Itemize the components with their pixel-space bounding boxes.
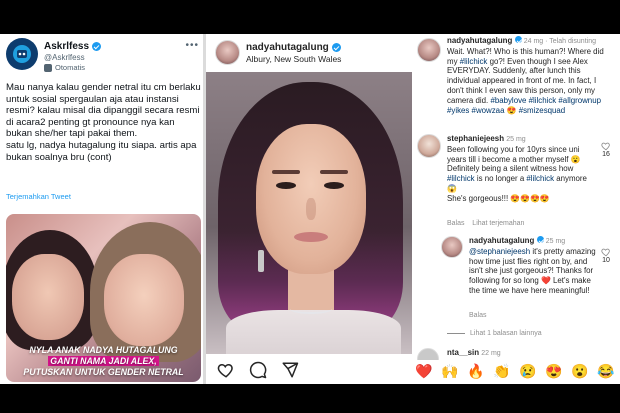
quick-emoji-bar: ❤️ 🙌 🔥 👏 😢 😍 😮 😂 xyxy=(413,360,620,384)
reply-username[interactable]: nadyahutagalung xyxy=(469,236,534,245)
post-username-text[interactable]: nadyahutagalung xyxy=(246,42,329,53)
comment-username[interactable]: nta__sin xyxy=(447,348,479,357)
caption-line-2: GANTI NAMA JADI ALEX, xyxy=(48,356,159,366)
photo-shirt xyxy=(226,310,401,354)
comment-time: 22 mg xyxy=(481,350,501,357)
view-more-replies[interactable]: Lihat 1 balasan lainnya xyxy=(447,330,542,337)
verified-badge-icon xyxy=(514,36,522,43)
photo-eye-left xyxy=(276,182,296,189)
emoji: 😍😍😍😍 xyxy=(510,193,550,203)
photo-necklace xyxy=(290,304,332,314)
emoji-wow-button[interactable]: 😮 xyxy=(571,362,588,380)
replies-divider-line xyxy=(447,333,465,334)
comment-text: Been following you for 10yrs since uni y… xyxy=(447,144,580,164)
comment-like-count: 16 xyxy=(602,151,610,158)
share-send-icon[interactable] xyxy=(280,360,300,380)
comment-body: stephaniejeesh 25 mg Been following you … xyxy=(447,134,595,204)
emoji-fire-button[interactable]: 🔥 xyxy=(467,362,484,380)
reply-avatar[interactable] xyxy=(441,236,463,258)
photo-lips xyxy=(294,232,328,242)
more-options-icon[interactable]: ••• xyxy=(185,40,199,51)
post-photo[interactable] xyxy=(206,72,412,354)
photo-brow-left xyxy=(272,170,300,174)
comment-username[interactable]: stephaniejeesh xyxy=(447,134,504,143)
post-location[interactable]: Albury, New South Wales xyxy=(246,54,341,64)
emoji-crying-button[interactable]: 😢 xyxy=(519,362,536,380)
comment-like-heart-icon[interactable] xyxy=(601,138,611,151)
comment-text: She's gorgeous!!! xyxy=(447,193,509,203)
mention-link[interactable]: @stephaniejeesh xyxy=(469,247,530,256)
comment-text: anymore xyxy=(556,174,587,184)
see-translation-link[interactable]: Lihat terjemahan xyxy=(472,220,524,227)
comment-body: nta__sin 22 mg xyxy=(447,348,597,359)
emoji-heart-button[interactable]: ❤️ xyxy=(415,362,432,380)
reply-body: nadyahutagalung 25 mg @stephaniejeesh it… xyxy=(469,236,597,296)
tweet-image[interactable]: NYLA ANAK NADYA HUTAGALUNG GANTI NAMA JA… xyxy=(6,214,201,382)
image-caption: NYLA ANAK NADYA HUTAGALUNG GANTI NAMA JA… xyxy=(6,345,201,378)
tweet-card[interactable]: Askrlfess @Askrlfess Otomatis ••• Mau na… xyxy=(0,34,205,384)
emoji-raised-hands-button[interactable]: 🙌 xyxy=(441,362,458,380)
photo-eye-right xyxy=(324,182,344,189)
post-action-bar xyxy=(206,356,412,384)
automated-text: Otomatis xyxy=(55,63,86,72)
view-replies-text[interactable]: Lihat 1 balasan lainnya xyxy=(470,330,542,337)
tweet-handle[interactable]: @Askrlfess xyxy=(44,53,85,62)
reply-time: 25 mg xyxy=(545,238,566,245)
robot-logo-icon xyxy=(13,45,31,63)
tweet-header: Askrlfess @Askrlfess Otomatis ••• xyxy=(6,38,201,72)
hashtag-link[interactable]: #lilchick xyxy=(526,174,554,183)
comment-avatar[interactable] xyxy=(417,38,441,62)
caption-line-1: NYLA ANAK NADYA HUTAGALUNG xyxy=(29,345,178,355)
bottom-black-bar xyxy=(0,384,620,413)
comments-panel: nadyahutagalung 24 mg · Telah disunting … xyxy=(413,34,620,384)
comment-time: 24 mg · Telah disunting xyxy=(523,38,596,45)
comment-text: Definitely being a silent witness how xyxy=(447,164,574,174)
reply-like-count: 10 xyxy=(602,257,610,264)
tweet-text: Mau nanya kalau gender netral itu cm ber… xyxy=(6,82,202,163)
tweet-paragraph-1: Mau nanya kalau gender netral itu cm ber… xyxy=(6,82,201,140)
emoji-clap-button[interactable]: 👏 xyxy=(493,362,510,380)
reply-button[interactable]: Balas Lihat terjemahan xyxy=(447,220,524,227)
verified-badge-icon xyxy=(331,43,341,52)
hashtag-link[interactable]: #lilchick xyxy=(460,57,488,66)
emoji: 😱 xyxy=(447,183,457,193)
tweet-name-text[interactable]: Askrlfess xyxy=(44,41,89,52)
automated-robot-icon xyxy=(44,63,52,72)
hashtag-link[interactable]: #lilchick xyxy=(447,174,475,183)
emoji-laugh-button[interactable]: 😂 xyxy=(597,362,614,380)
tweet-paragraph-2: satu lg, nadya hutagalung itu siapa. art… xyxy=(6,139,197,163)
comment-body: nadyahutagalung 24 mg · Telah disunting … xyxy=(447,36,613,115)
photo-nose xyxy=(306,198,316,220)
image-face-left xyxy=(12,254,84,340)
automated-label: Otomatis xyxy=(44,63,85,72)
translate-tweet-link[interactable]: Terjemahkan Tweet xyxy=(6,192,71,201)
reply-button[interactable]: Balas xyxy=(469,312,487,319)
tweet-display-name[interactable]: Askrlfess xyxy=(44,41,102,52)
tweet-avatar[interactable] xyxy=(6,38,38,70)
instagram-post: nadyahutagalung Albury, New South Wales xyxy=(206,34,620,384)
post-avatar[interactable] xyxy=(215,40,240,65)
emoji-heart: ❤️ xyxy=(540,276,551,286)
photo-brow-right xyxy=(320,170,348,174)
top-black-bar xyxy=(0,0,620,34)
hashtag-link-smize[interactable]: #smizesquad xyxy=(519,106,566,115)
comment-time: 25 mg xyxy=(506,136,526,143)
emoji-heart-eyes: 😍 xyxy=(506,105,517,115)
reply-like-heart-icon[interactable] xyxy=(601,244,611,257)
comment-text: is no longer a xyxy=(476,174,525,184)
like-heart-icon[interactable] xyxy=(216,360,236,380)
emoji: 😮 xyxy=(570,154,581,164)
post-username[interactable]: nadyahutagalung xyxy=(246,42,341,53)
photo-earring xyxy=(258,250,264,272)
comment-bubble-icon[interactable] xyxy=(248,360,268,380)
verified-badge-icon xyxy=(536,236,544,243)
emoji-heart-eyes-button[interactable]: 😍 xyxy=(545,362,562,380)
comment-avatar[interactable] xyxy=(417,134,441,158)
post-header: nadyahutagalung Albury, New South Wales xyxy=(206,34,411,70)
comment-username[interactable]: nadyahutagalung xyxy=(447,36,512,45)
reply-label[interactable]: Balas xyxy=(447,220,465,227)
image-face-right xyxy=(104,254,184,346)
verified-badge-icon xyxy=(92,42,102,51)
caption-line-3: PUTUSKAN UNTUK GENDER NETRAL xyxy=(23,367,184,377)
